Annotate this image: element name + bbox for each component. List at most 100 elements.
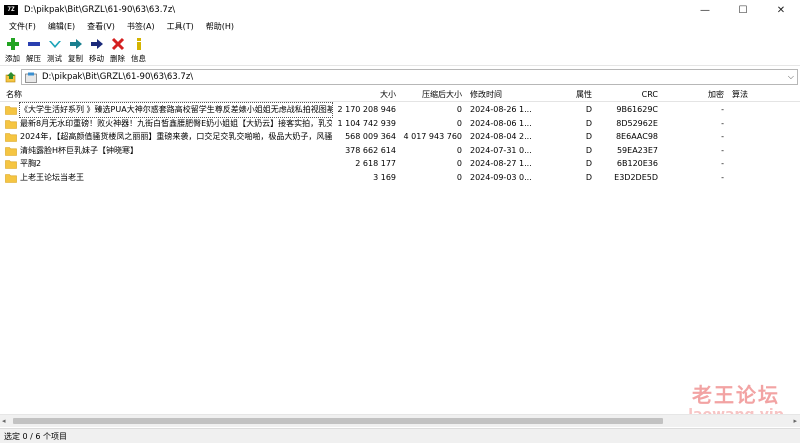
file-name: 《大学生活好系列 》臻选PUA大神尔惑套路高校留学生尊反差婊小姐姐无虑战私拍视图… (19, 102, 333, 118)
menu-file[interactable]: 文件(F) (3, 20, 42, 34)
file-attributes: D (585, 105, 592, 114)
table-row[interactable]: 清纯露脸H杯巨乳妹子【钟晓寒】 378 662 614 0 2024-07-31… (0, 144, 800, 158)
title-bar: 7Z D:\pikpak\Bit\GRZL\61-90\63\63.7z\ — … (0, 0, 800, 20)
address-path: D:\pikpak\Bit\GRZL\61-90\63\63.7z\ (42, 72, 194, 82)
file-size: 2 618 177 (355, 159, 396, 168)
file-list: 《大学生活好系列 》臻选PUA大神尔惑套路高校留学生尊反差婊小姐姐无虑战私拍视图… (0, 102, 800, 185)
column-header: 名称 大小 压缩后大小 修改时间 属性 CRC 加密 算法 (0, 88, 800, 102)
file-modified: 2024-08-06 1... (470, 118, 532, 128)
info-button[interactable]: 信息 (128, 34, 149, 66)
menu-help[interactable]: 帮助(H) (200, 20, 240, 34)
file-size: 2 170 208 946 (337, 105, 396, 114)
file-encrypted: - (721, 145, 724, 155)
file-size: 3 169 (373, 172, 396, 182)
file-size: 568 009 364 (345, 132, 396, 141)
column-size[interactable]: 大小 (330, 88, 396, 102)
archive-icon (25, 72, 37, 83)
file-attributes: D (585, 159, 592, 168)
file-crc: 8E6AAC98 (615, 132, 658, 141)
add-icon (6, 38, 19, 50)
file-name: 2024年，【超高颜值骚货楼凤之丽丽】重磅来袭，口交足交乳交啪啪，极品大奶子，风… (20, 132, 332, 141)
column-name[interactable]: 名称 (6, 88, 22, 102)
folder-icon (5, 106, 17, 115)
file-packed-size: 0 (456, 159, 462, 168)
folder-icon (5, 173, 17, 183)
file-encrypted: - (721, 159, 724, 168)
file-encrypted: - (721, 132, 724, 141)
file-modified: 2024-08-04 2... (470, 132, 532, 141)
info-icon (136, 38, 141, 50)
file-size: 378 662 614 (345, 145, 396, 155)
folder-icon (5, 119, 17, 129)
file-packed-size: 0 (456, 118, 462, 128)
folder-icon (5, 133, 17, 142)
menu-bar: 文件(F) 编辑(E) 查看(V) 书签(A) 工具(T) 帮助(H) (0, 20, 800, 34)
selection-status: 选定 0 / 6 个项目 (4, 432, 68, 441)
file-crc: 6B120E36 (616, 159, 658, 168)
chevron-down-icon[interactable]: ⌵ (788, 72, 794, 82)
file-crc: 9B61629C (616, 105, 658, 114)
menu-view[interactable]: 查看(V) (81, 20, 121, 34)
column-crc[interactable]: CRC (620, 88, 658, 102)
test-label: 测试 (47, 54, 62, 63)
menu-edit[interactable]: 编辑(E) (42, 20, 81, 34)
file-name: 最新8月无水印重磅！败火神器！九街白皙鑫腰肥臀E奶小姐姐【大奶云】接客实拍，乳交… (20, 118, 332, 128)
extract-button[interactable]: 解压 (23, 34, 44, 66)
file-packed-size: 0 (456, 105, 462, 114)
watermark-title: 老王论坛 (692, 383, 780, 407)
column-modified[interactable]: 修改时间 (470, 88, 502, 102)
scroll-right-icon[interactable]: ▸ (787, 416, 797, 426)
folder-icon (5, 160, 17, 169)
folder-icon (5, 146, 17, 156)
file-name: 平胸2 (20, 159, 42, 168)
minimize-button[interactable]: — (686, 0, 724, 20)
table-row[interactable]: 最新8月无水印重磅！败火神器！九街白皙鑫腰肥臀E奶小姐姐【大奶云】接客实拍，乳交… (0, 117, 800, 131)
move-icon (90, 39, 103, 49)
file-attributes: D (585, 118, 592, 128)
address-bar[interactable]: D:\pikpak\Bit\GRZL\61-90\63\63.7z\ ⌵ (21, 69, 798, 85)
file-encrypted: - (721, 172, 724, 182)
window-title: D:\pikpak\Bit\GRZL\61-90\63\63.7z\ (24, 5, 176, 15)
add-button[interactable]: 添加 (2, 34, 23, 66)
file-attributes: D (585, 145, 592, 155)
extract-icon (27, 42, 40, 46)
file-encrypted: - (721, 105, 724, 114)
file-crc: 8D52962E (616, 118, 658, 128)
toolbar: 添加 解压 测试 复制 移动 删除 信息 (0, 34, 800, 66)
scroll-left-icon[interactable]: ◂ (2, 416, 12, 426)
info-label: 信息 (131, 54, 146, 63)
table-row[interactable]: 《大学生活好系列 》臻选PUA大神尔惑套路高校留学生尊反差婊小姐姐无虑战私拍视图… (0, 102, 800, 118)
up-folder-button[interactable] (2, 68, 20, 86)
column-packed-size[interactable]: 压缩后大小 (400, 88, 462, 102)
table-row[interactable]: 平胸2 2 618 177 0 2024-08-27 1... D 6B120E… (0, 157, 800, 171)
table-row[interactable]: 上老王论坛当老王 3 169 0 2024-09-03 0... D E3D2D… (0, 171, 800, 185)
copy-button[interactable]: 复制 (65, 34, 86, 66)
file-modified: 2024-09-03 0... (470, 172, 532, 182)
file-crc: E3D2DE5D (614, 172, 658, 182)
menu-tools[interactable]: 工具(T) (161, 20, 200, 34)
up-arrow-icon (5, 72, 16, 83)
test-icon (48, 41, 61, 48)
column-attributes[interactable]: 属性 (560, 88, 592, 102)
file-packed-size: 4 017 943 760 (403, 132, 462, 141)
move-button[interactable]: 移动 (86, 34, 107, 66)
maximize-button[interactable]: ☐ (724, 0, 762, 20)
menu-bookmarks[interactable]: 书签(A) (121, 20, 161, 34)
horizontal-scrollbar[interactable]: ◂ ▸ (0, 414, 800, 427)
file-packed-size: 0 (456, 172, 462, 182)
scrollbar-thumb[interactable] (13, 418, 663, 424)
delete-button[interactable]: 删除 (107, 34, 128, 66)
file-crc: 59EA23E7 (616, 145, 658, 155)
column-encrypted[interactable]: 加密 (696, 88, 724, 102)
file-modified: 2024-08-27 1... (470, 159, 532, 168)
copy-icon (69, 39, 82, 49)
file-attributes: D (585, 172, 592, 182)
file-modified: 2024-07-31 0... (470, 145, 532, 155)
7zip-app-icon: 7Z (4, 5, 18, 15)
delete-icon (111, 37, 124, 51)
table-row[interactable]: 2024年，【超高颜值骚货楼凤之丽丽】重磅来袭，口交足交乳交啪啪，极品大奶子，风… (0, 130, 800, 144)
delete-label: 删除 (110, 54, 125, 63)
column-method[interactable]: 算法 (732, 88, 748, 102)
test-button[interactable]: 测试 (44, 34, 65, 66)
close-button[interactable]: ✕ (762, 0, 800, 20)
